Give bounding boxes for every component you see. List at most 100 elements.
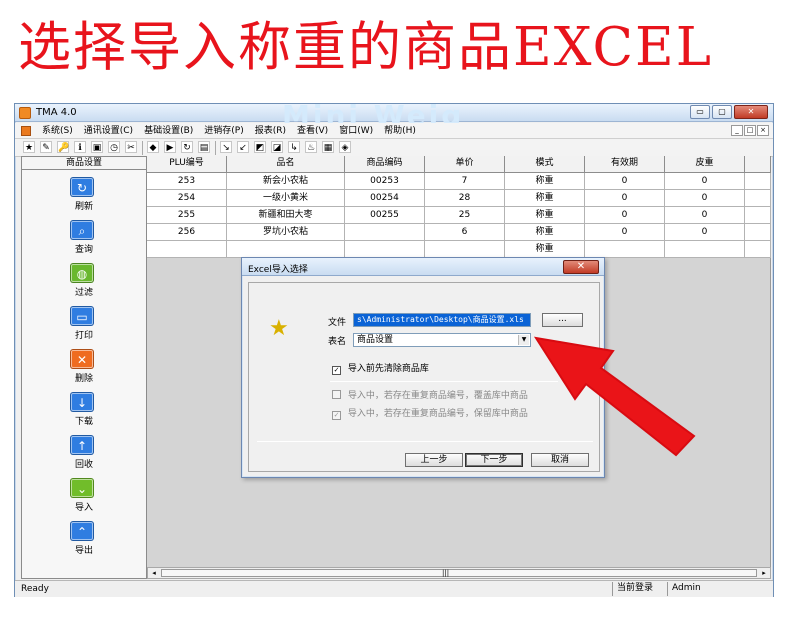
table-row[interactable]: 256 罗坑小农粘 6 称重 0 0 [147,224,771,241]
column-header-code[interactable]: 商品编码 [345,156,425,173]
table-cell[interactable]: 称重 [505,207,585,224]
table-cell[interactable]: 6 [425,224,505,241]
table-cell[interactable]: 新疆和田大枣 [227,207,345,224]
info-icon[interactable]: ℹ [74,141,86,153]
excel-file-path-input[interactable]: s\Administrator\Desktop\商品设置.xls [353,313,531,327]
menu-inventory[interactable]: 进销存(P) [204,124,243,138]
table-cell[interactable] [745,173,771,190]
child-minimize-button[interactable]: _ [731,125,743,136]
table-cell[interactable]: 0 [585,173,665,190]
menu-help[interactable]: 帮助(H) [384,124,416,138]
check-icon[interactable]: ✓ [332,366,341,375]
import-icon[interactable]: ◩ [254,141,266,153]
dialog-close-button[interactable]: ✕ [563,260,599,274]
table-cell[interactable]: 称重 [505,190,585,207]
check-icon[interactable]: ✓ [332,411,341,420]
table-cell[interactable]: 新会小农粘 [227,173,345,190]
table-cell[interactable]: 255 [147,207,227,224]
star-icon[interactable]: ★ [23,141,35,153]
table-cell[interactable]: 0 [585,224,665,241]
table-cell[interactable] [745,190,771,207]
sidebar-item-delete[interactable]: ✕ 删除 [22,349,146,389]
document-icon[interactable]: ▣ [91,141,103,153]
sidebar-item-import[interactable]: ⌄ 导入 [22,478,146,518]
scroll-left-icon[interactable]: ◂ [148,568,160,578]
keep-duplicate-option[interactable]: ✓ 导入中，若存在重复商品编号，保留库中商品 [332,406,528,420]
column-header-mode[interactable]: 模式 [505,156,585,173]
grid-icon[interactable]: ▦ [322,141,334,153]
table-cell[interactable]: 0 [585,207,665,224]
sidebar-item-download[interactable]: ↓ 下载 [22,392,146,432]
table-cell[interactable]: 253 [147,173,227,190]
cancel-button[interactable]: 取消 [531,453,589,467]
scroll-thumb[interactable]: ||| [161,569,757,577]
minimize-button[interactable]: ▭ [690,105,710,119]
transfer-icon[interactable]: ↳ [288,141,300,153]
table-row[interactable]: 254 一级小黄米 00254 28 称重 0 0 [147,190,771,207]
table-cell[interactable]: 00253 [345,173,425,190]
browse-file-button[interactable]: ... [542,313,583,327]
clock-icon[interactable]: ◷ [108,141,120,153]
menu-view[interactable]: 查看(V) [297,124,328,138]
table-row[interactable]: 253 新会小农粘 00253 7 称重 0 0 [147,173,771,190]
chevron-down-icon[interactable]: ▼ [518,335,529,345]
table-cell[interactable]: 00255 [345,207,425,224]
column-header-plu[interactable]: PLU编号 [147,156,227,173]
sidebar-item-recycle[interactable]: ↑ 回收 [22,435,146,475]
menu-reports[interactable]: 报表(R) [255,124,286,138]
checkbox-empty-icon[interactable] [332,390,341,399]
table-cell[interactable]: 称重 [505,241,585,258]
column-header-expiry[interactable]: 有效期 [585,156,665,173]
child-close-button[interactable]: × [757,125,769,136]
table-cell[interactable]: 28 [425,190,505,207]
overwrite-duplicate-option[interactable]: 导入中，若存在重复商品编号，覆盖库中商品 [332,388,528,401]
table-cell[interactable]: 称重 [505,224,585,241]
settings-icon[interactable]: ◈ [339,141,351,153]
table-cell[interactable] [745,241,771,258]
table-cell[interactable]: 7 [425,173,505,190]
menu-window[interactable]: 窗口(W) [339,124,373,138]
menu-communication-settings[interactable]: 通讯设置(C) [84,124,133,138]
pen-icon[interactable]: ✎ [40,141,52,153]
scroll-right-icon[interactable]: ▸ [758,568,770,578]
close-button[interactable]: ✕ [734,105,768,119]
sidebar-item-filter[interactable]: ◍ 过滤 [22,263,146,303]
table-cell[interactable] [745,207,771,224]
diamond-icon[interactable]: ◆ [147,141,159,153]
child-restore-button[interactable]: □ [744,125,756,136]
table-cell[interactable]: 0 [665,224,745,241]
table-cell[interactable] [585,241,665,258]
column-header-price[interactable]: 单价 [425,156,505,173]
table-cell[interactable] [147,241,227,258]
maximize-button[interactable]: ▢ [712,105,732,119]
table-row[interactable]: 称重 [147,241,771,258]
table-cell[interactable]: 称重 [505,173,585,190]
sidebar-item-refresh[interactable]: ↻ 刷新 [22,177,146,217]
window-titlebar[interactable]: TMA 4.0 Mini Weig ▭ ▢ ✕ [15,99,773,132]
sheet-select[interactable]: 商品设置 ▼ [353,333,531,347]
export-icon[interactable]: ◪ [271,141,283,153]
table-cell[interactable]: 0 [585,190,665,207]
table-cell[interactable]: 0 [665,207,745,224]
tools-icon[interactable]: ✂ [125,141,137,153]
table-cell[interactable]: 254 [147,190,227,207]
menu-system[interactable]: 系统(S) [42,124,73,138]
dialog-titlebar[interactable]: Excel导入选择 ✕ [242,258,604,276]
table-cell[interactable]: 一级小黄米 [227,190,345,207]
table-cell[interactable] [745,224,771,241]
table-cell[interactable]: 256 [147,224,227,241]
table-cell[interactable]: 25 [425,207,505,224]
refresh-icon[interactable]: ↻ [181,141,193,153]
document-icon[interactable] [21,126,31,136]
column-header-name[interactable]: 品名 [227,156,345,173]
sidebar-item-query[interactable]: ⌕ 查询 [22,220,146,260]
table-cell[interactable]: 罗坑小农粘 [227,224,345,241]
horizontal-scrollbar[interactable]: ◂ ||| ▸ [147,567,771,579]
table-cell[interactable] [425,241,505,258]
upload-icon[interactable]: ↙ [237,141,249,153]
flame-icon[interactable]: ♨ [305,141,317,153]
table-row[interactable]: 255 新疆和田大枣 00255 25 称重 0 0 [147,207,771,224]
table-cell[interactable] [345,241,425,258]
menu-basic-settings[interactable]: 基础设置(B) [144,124,193,138]
sidebar-item-print[interactable]: ▭ 打印 [22,306,146,346]
